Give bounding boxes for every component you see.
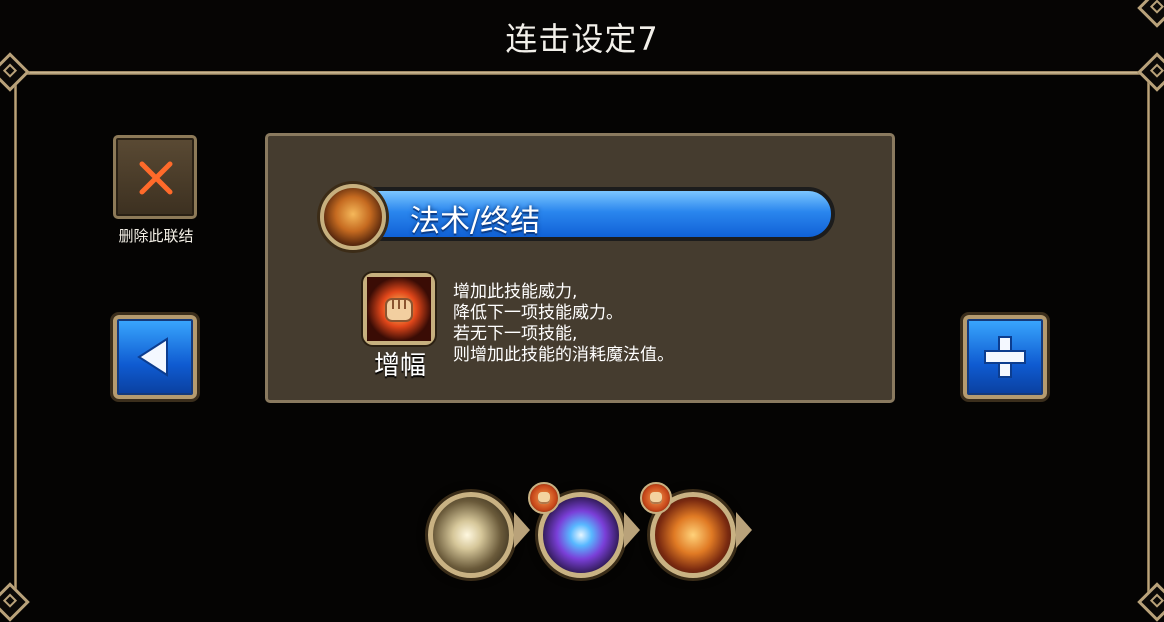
link-type-label: 法术/终结 (410, 204, 541, 239)
delete-link-label: 删除此联结 (118, 227, 194, 245)
skill-name: 增幅 (373, 351, 426, 381)
top-bar: 连击设定7 (0, 0, 1164, 72)
description-line: 则增加此技能的消耗魔法值。 (453, 345, 674, 365)
description-line: 增加此技能威力, (453, 282, 578, 302)
chain-arrow-icon (624, 512, 640, 548)
corner-ornament-icon (0, 582, 30, 622)
right-border (1147, 75, 1150, 604)
chain-arrow-icon (736, 512, 752, 548)
chain-arrow-icon (514, 512, 530, 548)
close-x-icon (139, 161, 173, 195)
corner-ornament-icon (1137, 582, 1164, 622)
left-arrow-icon (137, 337, 168, 377)
whirlwind-skill-icon[interactable] (428, 492, 514, 578)
previous-button[interactable] (113, 315, 197, 399)
skill-description: 增加此技能威力, 降低下一项技能威力。 若无下一项技能, 则增加此技能的消耗魔法… (453, 282, 674, 366)
description-line: 降低下一项技能威力。 (453, 303, 623, 323)
description-line: 若无下一项技能, (453, 324, 578, 344)
left-border (14, 75, 17, 604)
fist-amplify-icon (640, 482, 672, 514)
spell-finisher-orb-icon (320, 184, 386, 250)
plus-icon (984, 336, 1026, 378)
add-link-button[interactable] (963, 315, 1047, 399)
page-title: 连击设定7 (505, 20, 659, 58)
fist-amplify-icon[interactable] (363, 273, 435, 345)
delete-link-button[interactable] (113, 135, 197, 219)
header-divider (14, 71, 1150, 75)
fist-amplify-icon (528, 482, 560, 514)
